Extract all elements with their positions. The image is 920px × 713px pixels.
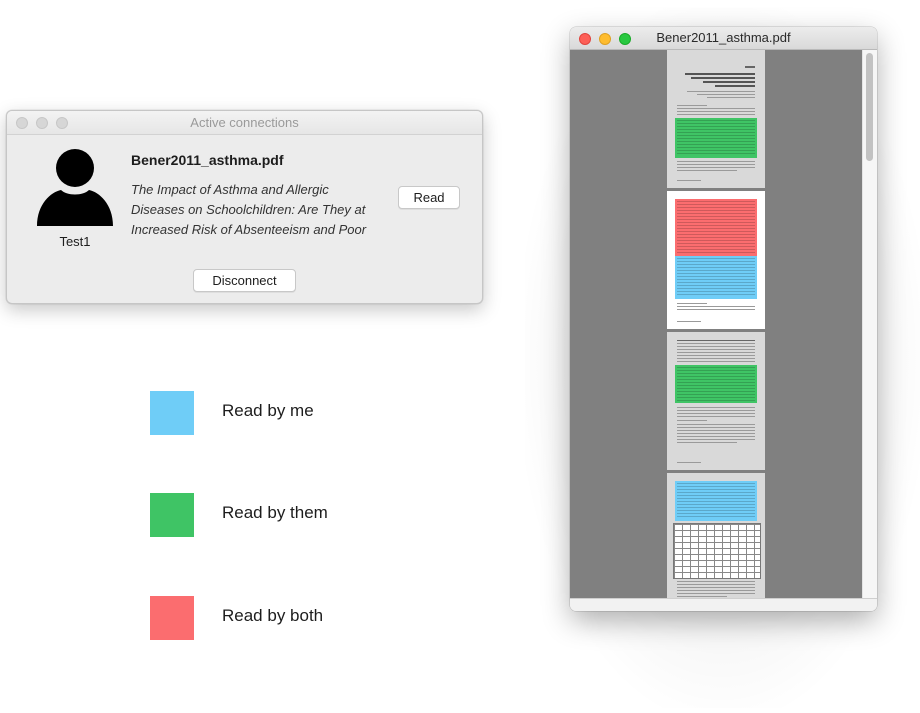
shared-file-name: Bener2011_asthma.pdf bbox=[131, 152, 284, 168]
legend-label-read-by-me: Read by me bbox=[222, 401, 314, 420]
window-title: Active connections bbox=[190, 115, 299, 130]
pdf-page-3[interactable] bbox=[667, 332, 765, 470]
pdf-document-view[interactable] bbox=[570, 50, 877, 598]
connected-user-name: Test1 bbox=[59, 234, 91, 249]
pdf-viewer-window: Bener2011_asthma.pdf bbox=[570, 27, 877, 611]
pdf-page-2[interactable] bbox=[667, 191, 765, 329]
disconnect-button[interactable]: Disconnect bbox=[193, 269, 296, 292]
pdf-page-4[interactable] bbox=[667, 473, 765, 598]
highlight-read-by-both bbox=[675, 199, 757, 256]
pdf-window-title: Bener2011_asthma.pdf bbox=[656, 30, 791, 45]
highlight-read-by-them bbox=[675, 365, 757, 403]
person-silhouette-icon bbox=[37, 149, 113, 226]
pdf-window-footer bbox=[570, 598, 877, 611]
legend-swatch-read-by-them bbox=[150, 493, 194, 537]
highlight-read-by-me bbox=[675, 481, 757, 521]
legend-swatch-read-by-both bbox=[150, 596, 194, 640]
highlight-read-by-them bbox=[675, 118, 757, 158]
pdf-page-1[interactable] bbox=[667, 50, 765, 188]
legend-label-read-by-them: Read by them bbox=[222, 503, 328, 522]
document-title: The Impact of Asthma and Allergic Diseas… bbox=[131, 182, 367, 237]
pdf-table bbox=[673, 523, 761, 579]
highlight-read-by-me bbox=[675, 256, 757, 299]
scrollbar-thumb[interactable] bbox=[866, 53, 873, 161]
read-button[interactable]: Read bbox=[398, 186, 460, 209]
legend-swatch-read-by-me bbox=[150, 391, 194, 435]
connections-titlebar[interactable]: Active connections bbox=[7, 111, 482, 135]
legend-label-read-by-both: Read by both bbox=[222, 606, 324, 625]
pdf-titlebar[interactable]: Bener2011_asthma.pdf bbox=[570, 27, 877, 50]
active-connections-window: Active connections Test1 Bener2011_asthm… bbox=[6, 110, 483, 304]
